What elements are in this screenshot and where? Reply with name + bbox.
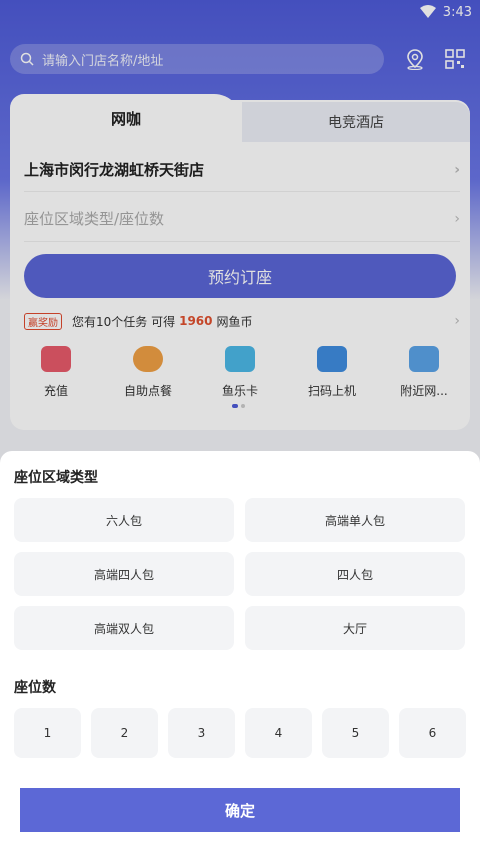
seat-count-option[interactable]: 2 xyxy=(91,708,158,758)
seat-count-option[interactable]: 5 xyxy=(322,708,389,758)
area-option[interactable]: 高端单人包 xyxy=(245,498,465,542)
seat-count-option[interactable]: 3 xyxy=(168,708,235,758)
area-option[interactable]: 高端双人包 xyxy=(14,606,234,650)
area-option[interactable]: 大厅 xyxy=(245,606,465,650)
area-type-title: 座位区域类型 xyxy=(14,470,98,486)
seat-count-option[interactable]: 4 xyxy=(245,708,312,758)
seat-filter-sheet: 座位区域类型 六人包 高端单人包 高端四人包 四人包 高端双人包 大厅 座位数 … xyxy=(0,451,480,853)
seat-count-option[interactable]: 6 xyxy=(399,708,466,758)
area-option[interactable]: 高端四人包 xyxy=(14,552,234,596)
seat-count-option[interactable]: 1 xyxy=(14,708,81,758)
area-option[interactable]: 四人包 xyxy=(245,552,465,596)
confirm-button[interactable]: 确定 xyxy=(20,788,460,832)
seat-count-title: 座位数 xyxy=(14,680,56,696)
area-option[interactable]: 六人包 xyxy=(14,498,234,542)
